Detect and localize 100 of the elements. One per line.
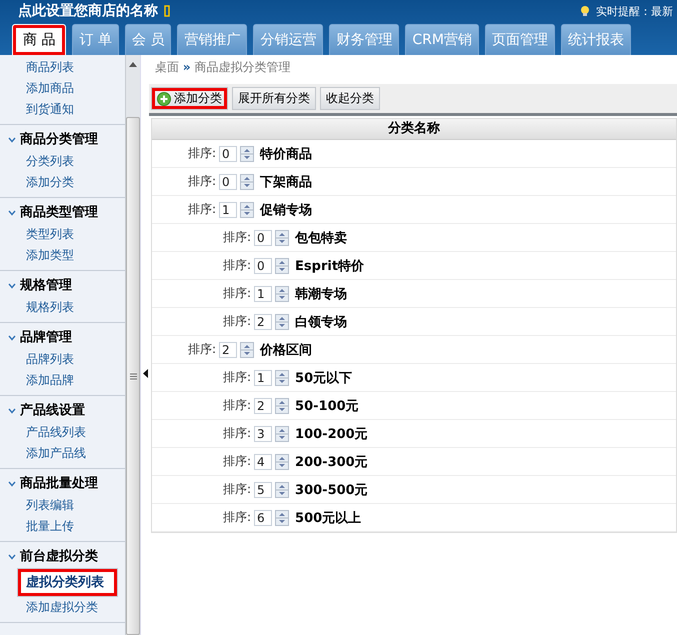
toolbar-button[interactable]: 添加分类 [151,87,228,110]
spinner-icon[interactable] [275,510,290,526]
scrollbar[interactable] [125,55,140,635]
sidebar-link[interactable]: 虚拟分类列表 [17,568,118,597]
sidebar-link[interactable]: 品牌列表 [17,349,118,370]
spinner-icon[interactable] [275,426,290,442]
sidebar-link[interactable]: 分类列表 [17,151,118,172]
breadcrumb-current: 商品虚拟分类管理 [194,60,290,74]
sort-field[interactable]: 0 [254,258,272,274]
sort-field[interactable]: 5 [254,482,272,498]
sidebar-link[interactable]: 添加虚拟分类 [17,597,118,618]
category-name: 50元以下 [295,370,352,386]
sidebar-link[interactable]: 添加类型 [17,245,118,266]
group-title[interactable]: 规格管理 [20,278,72,294]
sort-label: 排序: [188,341,216,358]
sort-field[interactable]: 0 [219,174,238,190]
sort-field[interactable]: 3 [254,426,272,442]
sort-label: 排序: [188,145,216,162]
plus-icon [157,92,171,106]
spinner-icon[interactable] [275,398,290,414]
category-name: 下架商品 [260,174,312,190]
sort-label: 排序: [223,453,252,470]
sort-label: 排序: [223,369,252,386]
group-title[interactable]: 产品线设置 [20,403,85,419]
sidebar-link[interactable]: 商品列表 [17,57,118,78]
store-name[interactable]: 点此设置您商店的名称 [18,2,158,20]
sidebar-link[interactable]: 到货通知 [17,99,118,120]
spinner-icon[interactable] [240,146,254,162]
sidebar-link[interactable]: 类型列表 [17,224,118,245]
collapse-arrow-icon[interactable] [143,369,148,378]
spinner-icon[interactable] [275,370,290,386]
sort-label: 排序: [223,285,252,302]
sidebar-link[interactable]: 批量上传 [17,516,118,537]
sort-field[interactable]: 1 [254,286,272,302]
category-name: 500元以上 [295,510,362,526]
category-name: 价格区间 [260,342,312,358]
category-name: 促销专场 [260,202,312,218]
sidebar-link[interactable]: 列表编辑 [17,495,118,516]
group-title[interactable]: 商品类型管理 [20,205,98,221]
category-name: 包包特卖 [295,230,348,246]
sort-label: 排序: [223,425,252,442]
notice-text: 实时提醒：最新 [596,4,673,18]
chevron-down-icon[interactable] [8,335,16,341]
nav-tab[interactable]: 商 品 [12,24,66,55]
sort-label: 排序: [223,313,252,330]
chevron-down-icon[interactable] [8,408,16,414]
category-name: 200-300元 [295,454,368,470]
group-title[interactable]: 前台虚拟分类 [20,549,98,565]
toolbar-button[interactable]: 收起分类 [320,87,380,110]
sort-field[interactable]: 6 [254,510,272,526]
group-title[interactable]: 商品分类管理 [20,132,98,148]
scroll-up-icon[interactable] [129,61,137,67]
spinner-icon[interactable] [240,342,254,358]
spinner-icon[interactable] [275,286,290,302]
column-header: 分类名称 [152,119,676,140]
chevron-down-icon[interactable] [8,554,16,560]
spinner-icon[interactable] [275,258,290,274]
sort-field[interactable]: 1 [254,370,272,386]
chevron-down-icon[interactable] [8,137,16,143]
spinner-icon[interactable] [275,454,290,470]
spinner-icon[interactable] [240,202,254,218]
category-name: 100-200元 [295,426,368,442]
sort-label: 排序: [223,397,252,414]
spinner-icon[interactable] [275,482,290,498]
spinner-icon[interactable] [275,314,290,330]
grip-icon [130,372,136,380]
group-title[interactable]: 品牌管理 [20,330,72,346]
sort-label: 排序: [188,173,216,190]
bulb-icon [580,5,590,17]
chevron-down-icon[interactable] [8,283,16,289]
sort-field[interactable]: 1 [219,202,238,218]
category-name: 特价商品 [260,146,312,162]
sidebar-link[interactable]: 添加产品线 [17,443,118,464]
sort-field[interactable]: 2 [254,314,272,330]
group-title[interactable]: 商品批量处理 [20,476,98,492]
sidebar-link[interactable]: 添加商品 [17,78,118,99]
sort-field[interactable]: 0 [219,146,238,162]
sort-field[interactable]: 4 [254,454,272,470]
category-name: 300-500元 [295,482,368,498]
category-name: Esprit特价 [295,258,364,274]
sort-field[interactable]: 0 [254,230,272,246]
breadcrumb-separator: » [182,60,191,74]
sidebar-link[interactable]: 添加分类 [17,172,118,193]
sort-field[interactable]: 2 [219,342,238,358]
sidebar-link[interactable]: 添加品牌 [17,370,118,391]
sort-label: 排序: [188,201,216,218]
scroll-thumb[interactable] [126,117,140,635]
toolbar-button[interactable]: 展开所有分类 [232,87,316,110]
chevron-down-icon[interactable] [8,481,16,487]
sidebar-link[interactable]: 产品线列表 [17,422,118,443]
breadcrumb-home[interactable]: 桌面 [155,60,179,74]
sort-label: 排序: [223,481,252,498]
spinner-icon[interactable] [275,230,290,246]
spinner-icon[interactable] [240,174,254,190]
chevron-down-icon[interactable] [8,210,16,216]
category-name: 韩潮专场 [295,286,348,302]
sort-field[interactable]: 2 [254,398,272,414]
category-name: 白领专场 [295,314,348,330]
sidebar-link[interactable]: 规格列表 [17,297,118,318]
sort-label: 排序: [223,257,252,274]
